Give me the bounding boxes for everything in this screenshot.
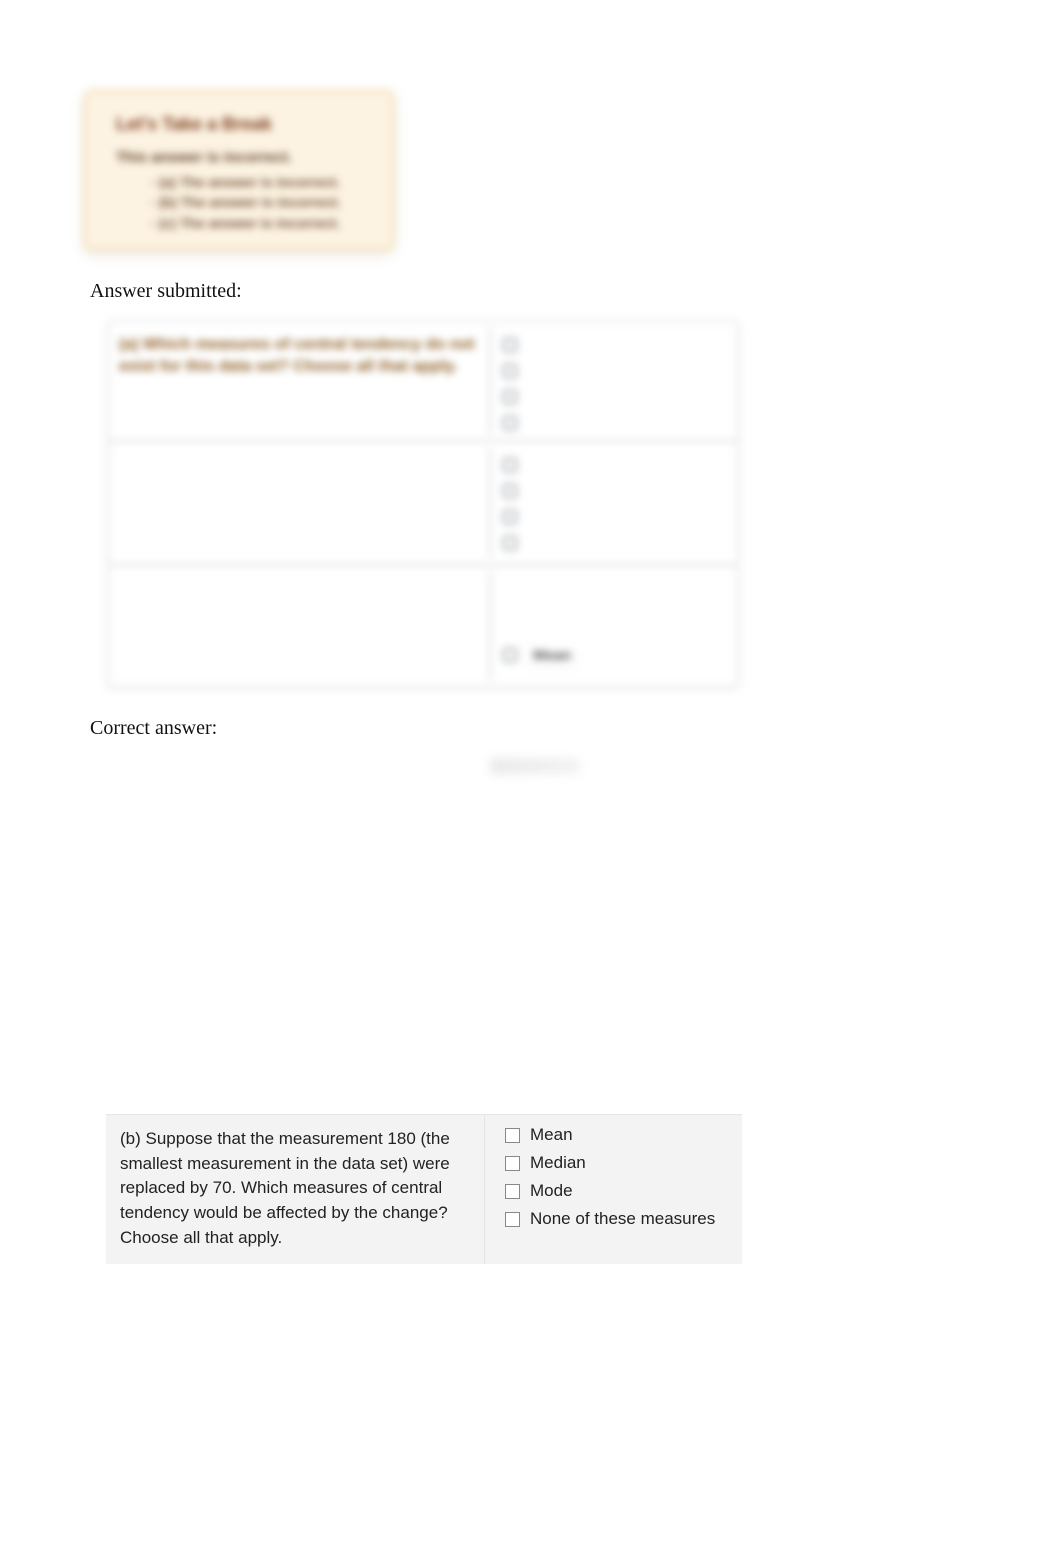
option-row[interactable]: Median: [505, 1153, 732, 1173]
option-label: Mode: [530, 1181, 573, 1201]
cell-divider: [489, 328, 491, 434]
cell-divider: [489, 572, 491, 680]
correct-answer-label: Correct answer:: [90, 717, 972, 740]
checkbox-icon: [503, 536, 517, 550]
checkbox-icon[interactable]: [505, 1184, 520, 1199]
question-b-block: (b) Suppose that the measurement 180 (th…: [106, 1114, 742, 1264]
option-label: Median: [530, 1153, 586, 1173]
answer-submitted-label: Answer submitted:: [90, 280, 972, 303]
break-card-item: (a) The answer is incorrect.: [150, 172, 366, 192]
question-cell: (a) Which measures of central tendency d…: [109, 322, 489, 440]
table-row: [109, 442, 737, 566]
checkbox-icon[interactable]: [505, 1128, 520, 1143]
option-line: [503, 384, 727, 410]
option-line: Mean: [503, 642, 577, 668]
spacer: [90, 774, 972, 1114]
option-label: None of these measures: [530, 1209, 715, 1229]
question-cell: [109, 442, 489, 564]
question-cell: [109, 566, 489, 686]
break-card-title: Let's Take a Break: [116, 114, 366, 135]
option-row[interactable]: None of these measures: [505, 1209, 732, 1229]
checkbox-icon[interactable]: [505, 1156, 520, 1171]
checkbox-icon: [503, 484, 517, 498]
checkbox-icon: [503, 458, 517, 472]
option-line: [503, 332, 727, 358]
checkbox-icon: [503, 648, 517, 662]
blurred-fragment: [490, 758, 580, 774]
option-line: [503, 530, 727, 556]
option-line: [503, 358, 727, 384]
question-b-text: (b) Suppose that the measurement 180 (th…: [106, 1115, 484, 1264]
break-card-container: Let's Take a Break This answer is incorr…: [84, 90, 394, 250]
break-card-item: (c) The answer is incorrect.: [150, 213, 366, 233]
option-label: Mean: [530, 1125, 573, 1145]
checkbox-icon[interactable]: [505, 1212, 520, 1227]
break-card-list: (a) The answer is incorrect. (b) The ans…: [116, 172, 366, 233]
options-cell: [489, 442, 737, 564]
page-root: Let's Take a Break This answer is incorr…: [0, 0, 1062, 1344]
question-b-options: Mean Median Mode None of these measures: [484, 1115, 742, 1264]
option-line: [503, 478, 727, 504]
submitted-answer-table: (a) Which measures of central tendency d…: [108, 321, 738, 687]
break-card-subtitle: This answer is incorrect.: [116, 149, 366, 166]
checkbox-icon: [503, 338, 517, 352]
options-cell: Mean: [489, 566, 737, 686]
checkbox-icon: [503, 364, 517, 378]
table-row: Mean: [109, 566, 737, 686]
checkbox-icon: [503, 416, 517, 430]
break-card: Let's Take a Break This answer is incorr…: [84, 90, 394, 250]
option-line: [503, 410, 727, 436]
option-row[interactable]: Mode: [505, 1181, 732, 1201]
checkbox-icon: [503, 510, 517, 524]
option-chip: Mean: [527, 645, 577, 666]
submitted-answer-container: (a) Which measures of central tendency d…: [108, 321, 738, 687]
table-row: (a) Which measures of central tendency d…: [109, 322, 737, 442]
option-line: [503, 504, 727, 530]
option-row[interactable]: Mean: [505, 1125, 732, 1145]
checkbox-icon: [503, 390, 517, 404]
break-card-item: (b) The answer is incorrect.: [150, 192, 366, 212]
cell-divider: [489, 448, 491, 558]
option-line: [503, 452, 727, 478]
options-cell: [489, 322, 737, 440]
